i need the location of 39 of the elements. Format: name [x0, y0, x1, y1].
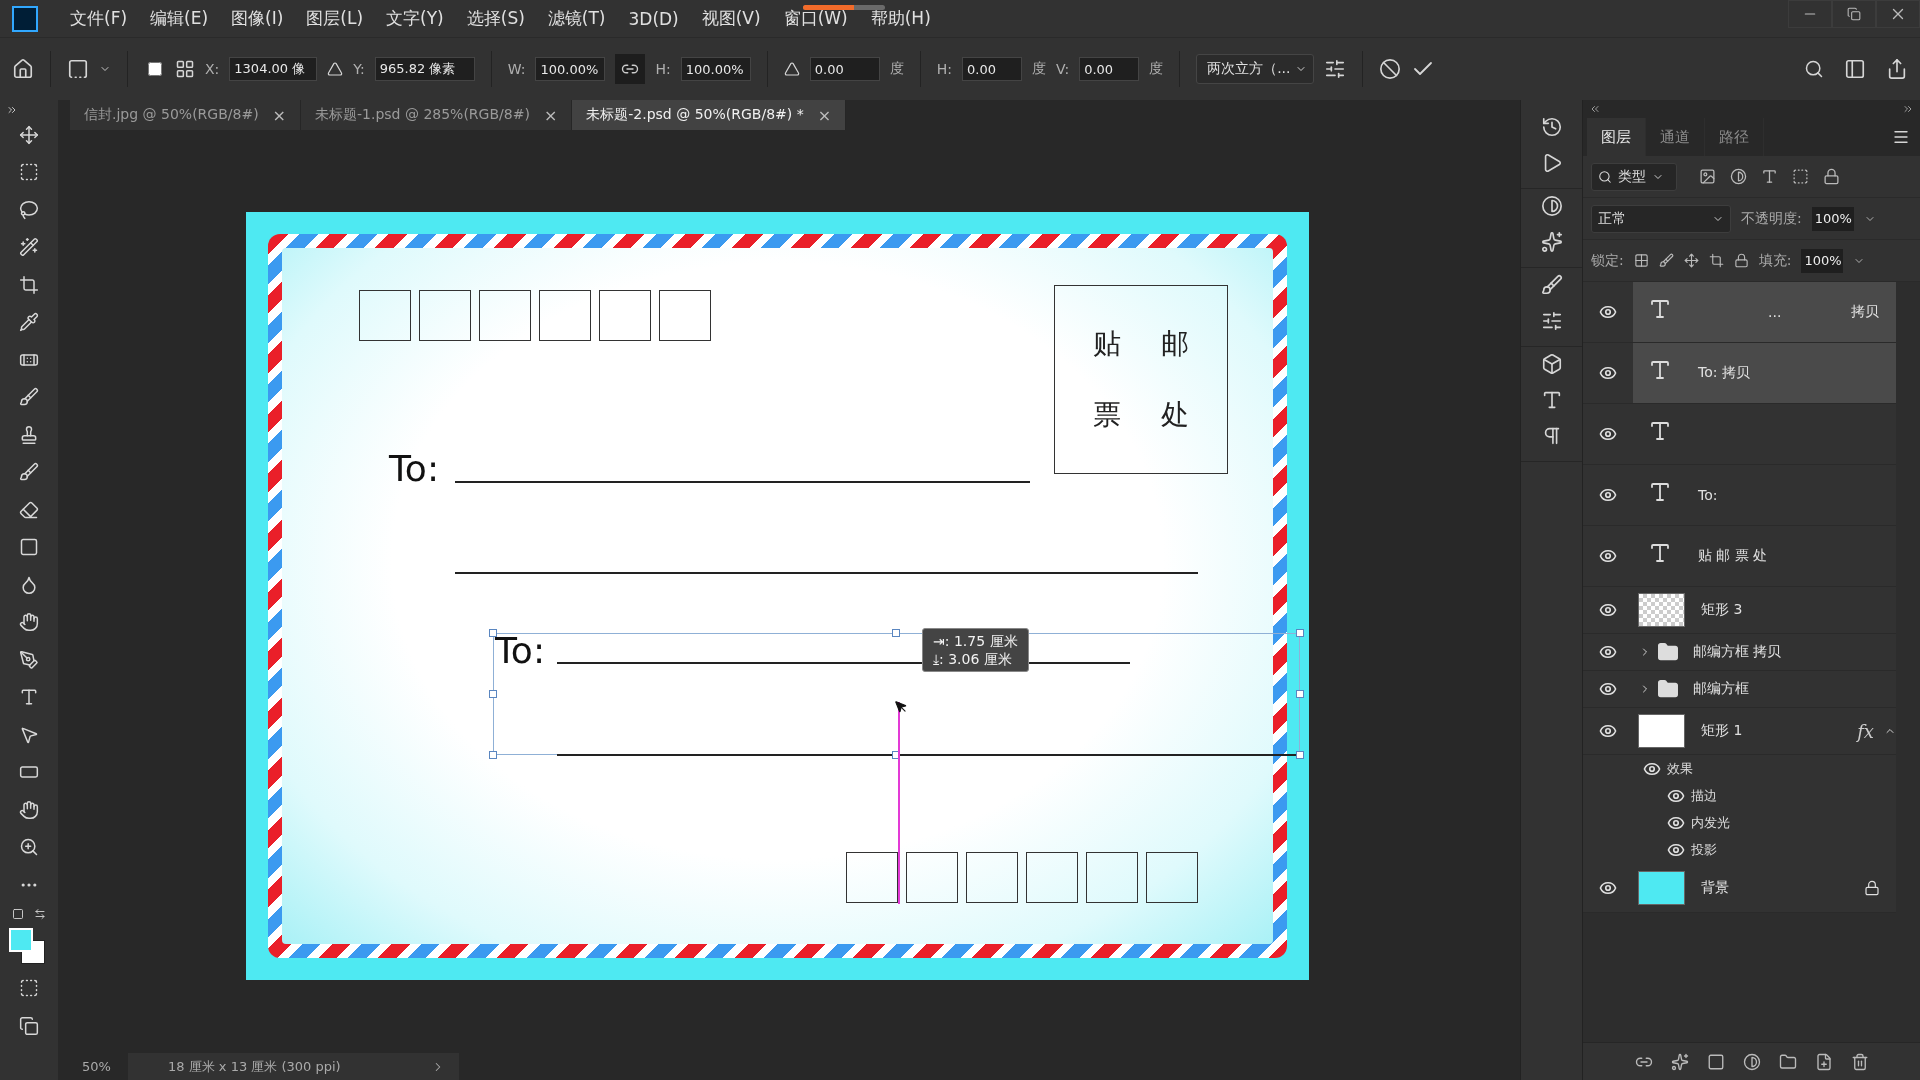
fill-label: 填充: [1758, 251, 1792, 270]
layer-name: 邮编方框 拷贝 [1693, 643, 1782, 661]
field-label: H: [655, 61, 671, 77]
effects-label: 效果 [1667, 759, 1693, 778]
stamp-character: 邮 [1160, 325, 1190, 362]
tab-title: 未标题-2.psd @ 50%(RGB/8#) * [586, 106, 804, 124]
effect-name: 内发光 [1691, 813, 1730, 832]
field-label: Y: [353, 61, 365, 77]
tooltip-text: ⤓: 3.06 厘米 [933, 650, 1013, 668]
layer-name: To: 拷贝 [1698, 364, 1750, 382]
field-label: H: [936, 61, 952, 77]
lock-label: 锁定: [1591, 251, 1624, 270]
layer-name: 矩形 3 [1701, 601, 1743, 619]
address-label: To: [389, 451, 440, 487]
stamp-character: 处 [1160, 397, 1190, 434]
field-label: X: [205, 61, 220, 77]
layer-name: To: [1698, 487, 1718, 503]
stamp-character: 贴 [1092, 325, 1122, 362]
effect-name: 投影 [1691, 840, 1717, 859]
address-label: To: [495, 633, 546, 669]
field-label: W: [507, 61, 526, 77]
tab-title: 信封.jpg @ 50%(RGB/8#) [84, 106, 259, 124]
document-info: 18 厘米 x 13 厘米 (300 ppi) [168, 1057, 341, 1076]
effect-name: 描边 [1691, 786, 1717, 805]
layer-name-suffix: 拷贝 [1851, 303, 1880, 321]
layer-name: ... [1768, 304, 1782, 320]
layer-name: 贴 邮 票 处 [1698, 547, 1768, 565]
unit-label: 度 [889, 60, 904, 78]
opacity-label: 不透明度: [1741, 209, 1802, 228]
layer-name: 邮编方框 [1693, 680, 1749, 698]
zoom-level: 50% [81, 1059, 112, 1074]
tooltip-text: ⇥: 1.75 厘米 [933, 632, 1018, 650]
unit-label: 度 [1032, 60, 1046, 78]
field-label: V: [1056, 61, 1070, 77]
unit-label: 度 [1149, 60, 1164, 78]
layer-name: 矩形 1 [1701, 722, 1743, 740]
stamp-character: 票 [1092, 397, 1122, 434]
tab-title: 未标题-1.psd @ 285%(RGB/8#) [315, 106, 530, 124]
layer-name: 背景 [1701, 878, 1729, 897]
